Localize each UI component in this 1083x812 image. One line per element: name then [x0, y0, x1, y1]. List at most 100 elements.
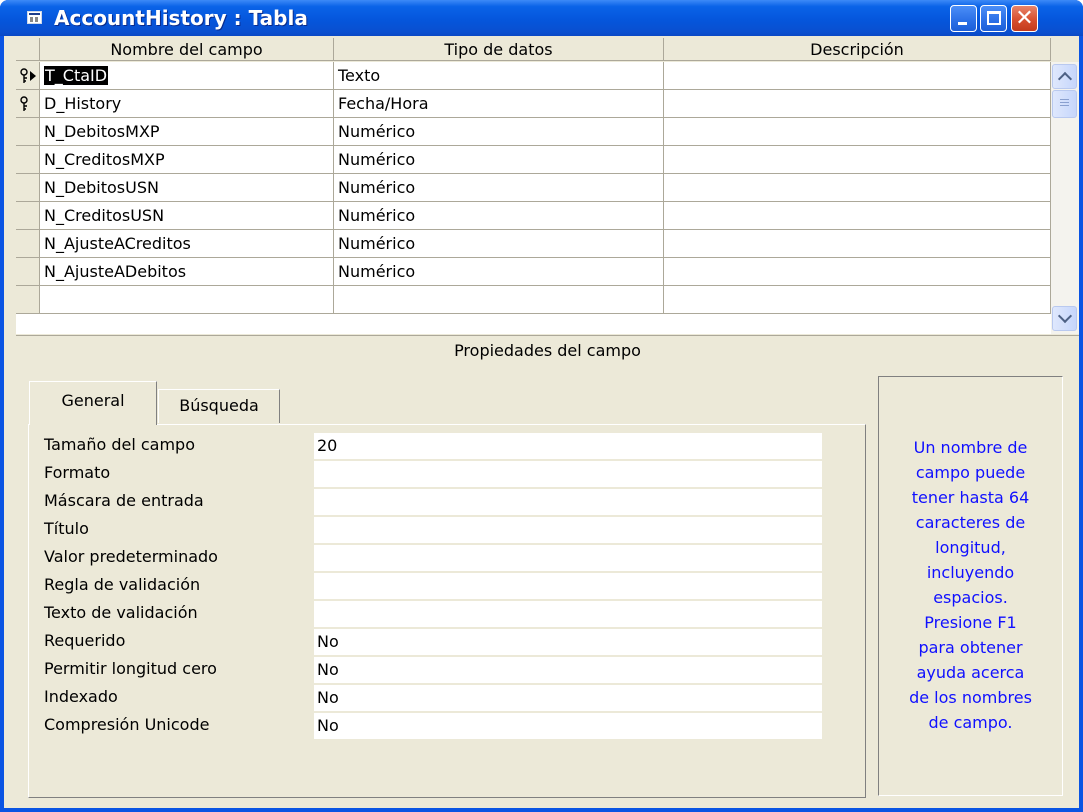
table-design-window: AccountHistory : Tabla ✕ Nombre del camp… [0, 0, 1083, 812]
minimize-button[interactable] [950, 5, 977, 32]
row-selector[interactable] [16, 90, 40, 118]
property-row[interactable]: Valor predeterminado [44, 543, 844, 571]
field-properties-title: Propiedades del campo [454, 341, 641, 360]
row-selector[interactable] [16, 202, 40, 230]
data-type-cell[interactable]: Numérico [334, 230, 664, 258]
property-row[interactable]: Regla de validación [44, 571, 844, 599]
grid-vertical-scrollbar[interactable] [1051, 62, 1079, 334]
field-name-cell[interactable]: N_DebitosMXP [40, 118, 334, 146]
property-label: Valor predeterminado [44, 547, 218, 566]
window-client-area: Nombre del campo Tipo de datos Descripci… [4, 36, 1079, 808]
data-type-cell[interactable]: Numérico [334, 258, 664, 286]
property-value-field[interactable] [314, 461, 822, 487]
field-name-cell[interactable]: N_CreditosMXP [40, 146, 334, 174]
data-type-cell[interactable]: Numérico [334, 146, 664, 174]
title-bar[interactable]: AccountHistory : Tabla ✕ [0, 0, 1083, 36]
section-divider [16, 335, 1079, 336]
property-row[interactable]: Compresión Unicode No [44, 711, 844, 739]
scroll-up-button[interactable] [1052, 64, 1077, 89]
row-selector[interactable] [16, 258, 40, 286]
description-cell[interactable] [664, 258, 1051, 286]
property-row[interactable]: Texto de validación [44, 599, 844, 627]
property-label: Indexado [44, 687, 118, 706]
field-row[interactable]: N_AjusteACreditos Numérico [16, 230, 1051, 258]
description-cell[interactable] [664, 286, 1051, 314]
grid-corner[interactable] [16, 38, 40, 61]
property-label: Formato [44, 463, 111, 482]
field-name-cell[interactable]: N_AjusteACreditos [40, 230, 334, 258]
description-cell[interactable] [664, 62, 1051, 90]
property-value-field[interactable]: No [314, 685, 822, 711]
description-cell[interactable] [664, 202, 1051, 230]
property-row[interactable]: Tamaño del campo 20 [44, 431, 844, 459]
property-value-field[interactable]: 20 [314, 433, 822, 459]
column-header-description[interactable]: Descripción [664, 38, 1051, 61]
property-label: Requerido [44, 631, 126, 650]
property-row[interactable]: Título [44, 515, 844, 543]
field-name-cell[interactable]: T_CtaID [40, 62, 334, 90]
property-label: Título [44, 519, 89, 538]
description-cell[interactable] [664, 174, 1051, 202]
data-type-cell[interactable]: Numérico [334, 118, 664, 146]
property-value-field[interactable] [314, 517, 822, 543]
field-row[interactable]: N_AjusteADebitos Numérico [16, 258, 1051, 286]
property-label: Tamaño del campo [44, 435, 195, 454]
row-selector[interactable] [16, 230, 40, 258]
data-type-cell[interactable] [334, 286, 664, 314]
row-selector[interactable] [16, 174, 40, 202]
property-value-field[interactable]: No [314, 713, 822, 739]
property-row[interactable]: Máscara de entrada [44, 487, 844, 515]
property-row[interactable]: Indexado No [44, 683, 844, 711]
field-row[interactable]: N_CreditosMXP Numérico [16, 146, 1051, 174]
column-header-data-type[interactable]: Tipo de datos [334, 38, 664, 61]
field-name-cell[interactable]: N_CreditosUSN [40, 202, 334, 230]
close-icon: ✕ [1015, 6, 1034, 31]
field-name-cell[interactable]: D_History [40, 90, 334, 118]
data-type-cell[interactable]: Texto [334, 62, 664, 90]
description-cell[interactable] [664, 118, 1051, 146]
help-text: Un nombre de campo puede tener hasta 64 … [885, 435, 1056, 735]
help-line: ayuda acerca [916, 663, 1025, 682]
field-name-cell[interactable]: N_AjusteADebitos [40, 258, 334, 286]
property-value-field[interactable] [314, 601, 822, 627]
description-cell[interactable] [664, 146, 1051, 174]
field-row[interactable]: D_History Fecha/Hora [16, 90, 1051, 118]
maximize-button[interactable] [980, 5, 1007, 32]
property-row[interactable]: Permitir longitud cero No [44, 655, 844, 683]
column-header-field-name[interactable]: Nombre del campo [40, 38, 334, 61]
field-row[interactable]: N_CreditosUSN Numérico [16, 202, 1051, 230]
field-row[interactable]: T_CtaID Texto [16, 62, 1051, 90]
row-selector[interactable] [16, 146, 40, 174]
description-cell[interactable] [664, 90, 1051, 118]
row-selector[interactable] [16, 286, 40, 314]
property-value-field[interactable]: No [314, 657, 822, 683]
property-value-field[interactable] [314, 489, 822, 515]
property-value-field[interactable] [314, 573, 822, 599]
tab-busqueda[interactable]: Búsqueda [158, 389, 280, 423]
field-name-cell[interactable]: N_DebitosUSN [40, 174, 334, 202]
primary-key-icon [20, 96, 28, 111]
close-button[interactable]: ✕ [1011, 5, 1038, 32]
property-value-field[interactable]: No [314, 629, 822, 655]
property-value-field[interactable] [314, 545, 822, 571]
row-selector[interactable] [16, 62, 40, 90]
row-selector[interactable] [16, 118, 40, 146]
property-label: Compresión Unicode [44, 715, 210, 734]
property-row[interactable]: Formato [44, 459, 844, 487]
data-type-cell[interactable]: Numérico [334, 202, 664, 230]
empty-field-row[interactable] [16, 286, 1051, 314]
property-row[interactable]: Requerido No [44, 627, 844, 655]
field-row[interactable]: N_DebitosMXP Numérico [16, 118, 1051, 146]
description-cell[interactable] [664, 230, 1051, 258]
field-name-cell[interactable] [40, 286, 334, 314]
data-type-cell[interactable]: Fecha/Hora [334, 90, 664, 118]
field-row[interactable]: N_DebitosUSN Numérico [16, 174, 1051, 202]
tab-general[interactable]: General [29, 381, 157, 425]
help-line: longitud, [935, 538, 1006, 557]
scroll-thumb[interactable] [1052, 90, 1077, 118]
scroll-down-button[interactable] [1052, 306, 1077, 331]
data-type-cell[interactable]: Numérico [334, 174, 664, 202]
maximize-icon [987, 11, 1001, 25]
primary-key-icon [20, 68, 28, 83]
help-line: tener hasta 64 [911, 488, 1030, 507]
